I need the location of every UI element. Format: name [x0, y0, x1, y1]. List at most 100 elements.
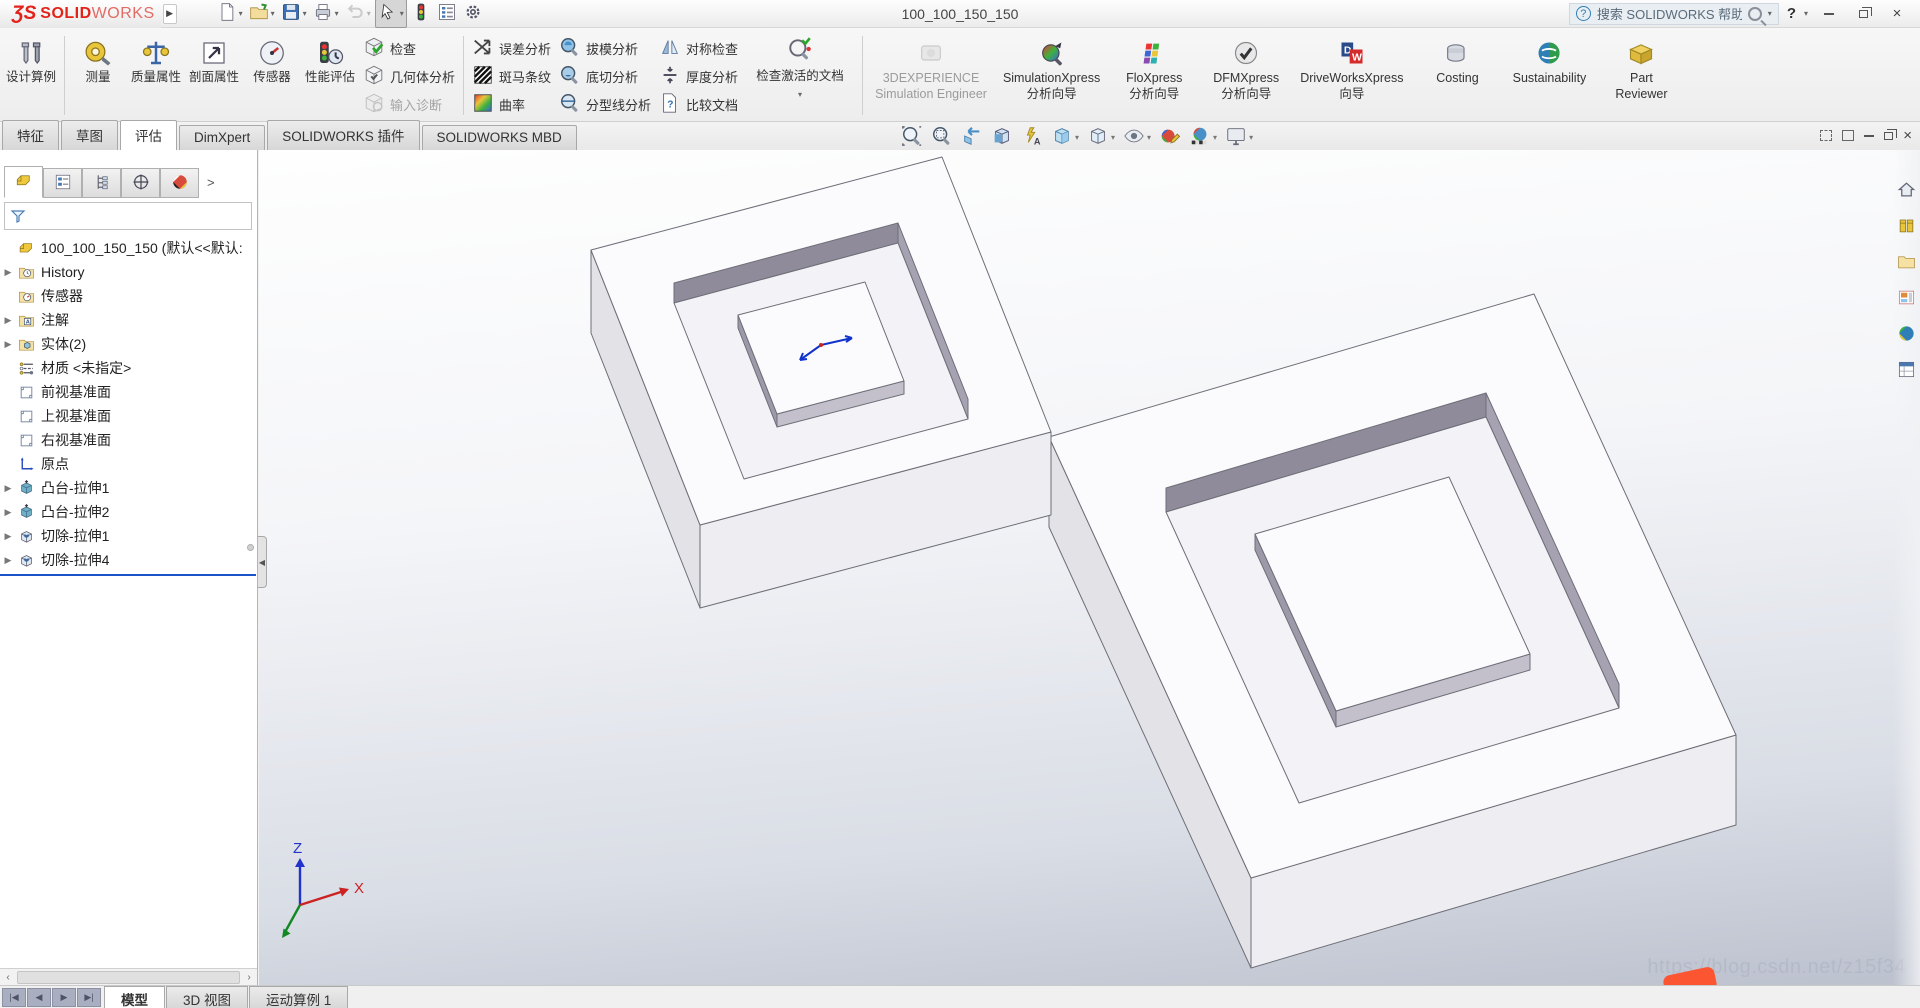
ribbon-button-performance[interactable]: 性能评估 — [301, 32, 359, 119]
ribbon-button-dfmxpress[interactable]: DFMXpress分析向导 — [1200, 32, 1292, 119]
dropdown-icon[interactable]: ▾ — [1111, 133, 1115, 142]
panel-splitter-handle[interactable]: ◀ — [258, 536, 267, 588]
tree-item[interactable]: 材质 <未指定> — [0, 356, 256, 380]
tree-item[interactable]: ▶凸台-拉伸1 — [0, 476, 256, 500]
ribbon-button-check-cube[interactable]: 检查 — [363, 35, 455, 61]
ribbon-button-compare-documents[interactable]: ?比较文档 — [659, 91, 738, 117]
ribbon-button-part-reviewer[interactable]: PartReviewer — [1595, 32, 1687, 119]
panel-horizontal-scrollbar[interactable]: ‹ › — [0, 968, 257, 985]
next-tab-button[interactable]: ▶ — [52, 988, 76, 1007]
search-dropdown-icon[interactable]: ▾ — [1768, 9, 1772, 18]
ribbon-button-thickness-analysis[interactable]: 厚度分析 — [659, 63, 738, 89]
dropdown-icon[interactable]: ▾ — [303, 9, 307, 18]
first-tab-button[interactable]: |◀ — [2, 988, 26, 1007]
doc-tab-运动算例 1[interactable]: 运动算例 1 — [249, 986, 348, 1008]
expand-arrow-icon[interactable]: ▶ — [0, 339, 16, 350]
dropdown-icon[interactable]: ▾ — [1075, 133, 1079, 142]
menu-expand-arrow[interactable]: ▶ — [163, 4, 177, 24]
doc-tab-模型[interactable]: 模型 — [104, 986, 165, 1008]
zoom-fit-button[interactable] — [900, 124, 924, 151]
tree-scrollbar[interactable] — [247, 544, 254, 551]
restore-button[interactable] — [1850, 5, 1876, 23]
rebuild-traffic-light-button[interactable] — [409, 0, 433, 27]
model-body-right[interactable] — [1049, 294, 1736, 968]
settings-gear-button[interactable] — [461, 0, 485, 27]
tree-item[interactable]: 传感器 — [0, 284, 256, 308]
dropdown-icon[interactable]: ▾ — [1249, 133, 1253, 142]
open-button[interactable]: ▾ — [247, 0, 277, 27]
configurationmanager-tab[interactable] — [82, 168, 121, 198]
expand-arrow-icon[interactable]: ▶ — [0, 267, 16, 278]
tree-item[interactable]: ▶切除-拉伸1 — [0, 524, 256, 548]
tree-root-item[interactable]: 100_100_150_150 (默认<<默认: — [0, 236, 256, 260]
tree-item[interactable]: ▶A注解 — [0, 308, 256, 332]
doc-new-window-icon[interactable] — [1820, 130, 1832, 141]
dynamic-annotation-button[interactable]: A — [1020, 124, 1044, 151]
ribbon-button-zebra-stripes[interactable]: 斑马条纹 — [472, 63, 551, 89]
ribbon-button-undercut-analysis[interactable]: 底切分析 — [559, 63, 651, 89]
options-list-button[interactable] — [435, 0, 459, 27]
display-style-button[interactable]: ▾ — [1086, 124, 1116, 151]
zoom-area-button[interactable] — [930, 124, 954, 151]
expand-arrow-icon[interactable]: ▶ — [0, 507, 16, 518]
resources-home-button[interactable] — [1897, 180, 1916, 202]
ribbon-button-parting-line-analysis[interactable]: 分型线分析 — [559, 91, 651, 117]
section-view-button[interactable] — [990, 124, 1014, 151]
doc-close-button[interactable]: × — [1903, 127, 1912, 144]
expand-arrow-icon[interactable]: ▶ — [0, 483, 16, 494]
search-icon[interactable] — [1748, 7, 1762, 21]
dropdown-icon[interactable]: ▾ — [335, 9, 339, 18]
previous-view-button[interactable] — [960, 124, 984, 151]
propertymanager-tab[interactable] — [43, 168, 82, 198]
last-tab-button[interactable]: ▶| — [77, 988, 101, 1007]
ribbon-button-check-active-document[interactable]: 检查激活的文档▾ — [742, 32, 858, 119]
tab-特征[interactable]: 特征 — [2, 120, 59, 150]
close-button[interactable]: × — [1884, 5, 1910, 23]
tab-SOLIDWORKS 插件[interactable]: SOLIDWORKS 插件 — [267, 120, 419, 150]
tab-草图[interactable]: 草图 — [61, 120, 118, 150]
expand-arrow-icon[interactable]: ▶ — [0, 531, 16, 542]
ribbon-button-measure[interactable]: 测量 — [69, 32, 127, 119]
tab-DimXpert[interactable]: DimXpert — [179, 125, 265, 150]
ribbon-button-costing[interactable]: Costing — [1411, 32, 1503, 119]
ribbon-button-floxpress[interactable]: FloXpress分析向导 — [1108, 32, 1200, 119]
rollback-bar[interactable] — [0, 574, 256, 576]
undo-button[interactable]: ▾ — [343, 0, 373, 27]
ribbon-button-draft-analysis[interactable]: 拔模分析 — [559, 35, 651, 61]
file-explorer-button[interactable] — [1897, 252, 1916, 274]
ribbon-button-sensor[interactable]: 传感器 — [243, 32, 301, 119]
prev-tab-button[interactable]: ◀ — [27, 988, 51, 1007]
scroll-left-icon[interactable]: ‹ — [0, 972, 16, 983]
save-button[interactable]: ▾ — [279, 0, 309, 27]
doc-restore-button[interactable] — [1884, 132, 1893, 140]
tree-item[interactable]: ▶History — [0, 260, 256, 284]
dropdown-icon[interactable]: ▾ — [367, 9, 371, 18]
tree-item[interactable]: 右视基准面 — [0, 428, 256, 452]
tab-SOLIDWORKS MBD[interactable]: SOLIDWORKS MBD — [422, 125, 577, 150]
doc-minimize-button[interactable] — [1864, 135, 1874, 137]
tree-item[interactable]: ▶凸台-拉伸2 — [0, 500, 256, 524]
tree-filter-input[interactable] — [4, 202, 252, 230]
scroll-right-icon[interactable]: › — [241, 972, 257, 983]
dimxpertmanager-tab[interactable] — [121, 168, 160, 198]
model-body-left[interactable] — [591, 157, 1051, 608]
featuremanager-tab[interactable] — [4, 166, 43, 198]
apply-scene-button[interactable]: ▾ — [1188, 124, 1218, 151]
displaymanager-tab[interactable] — [160, 168, 199, 198]
scroll-thumb[interactable] — [17, 971, 240, 984]
ribbon-button-sustainability[interactable]: Sustainability — [1503, 32, 1595, 119]
ribbon-button-design-study[interactable]: 设计算例 — [2, 32, 60, 119]
dropdown-icon[interactable]: ▾ — [798, 90, 802, 99]
minimize-button[interactable] — [1816, 5, 1842, 23]
edit-appearance-button[interactable] — [1158, 124, 1182, 151]
view-palette-button[interactable] — [1897, 288, 1916, 310]
ribbon-button-symmetry-check[interactable]: 对称检查 — [659, 35, 738, 61]
custom-properties-button[interactable] — [1897, 360, 1916, 382]
dropdown-icon[interactable]: ▾ — [271, 9, 275, 18]
new-document-button[interactable]: ▾ — [215, 0, 245, 27]
dropdown-icon[interactable]: ▾ — [1147, 133, 1151, 142]
dropdown-icon[interactable]: ▾ — [239, 9, 243, 18]
help-dropdown-icon[interactable]: ▾ — [1804, 9, 1808, 18]
graphics-viewport[interactable]: Z X https://blog.csdn.net/z15f34 — [259, 150, 1920, 985]
view-orientation-button[interactable]: ▾ — [1050, 124, 1080, 151]
